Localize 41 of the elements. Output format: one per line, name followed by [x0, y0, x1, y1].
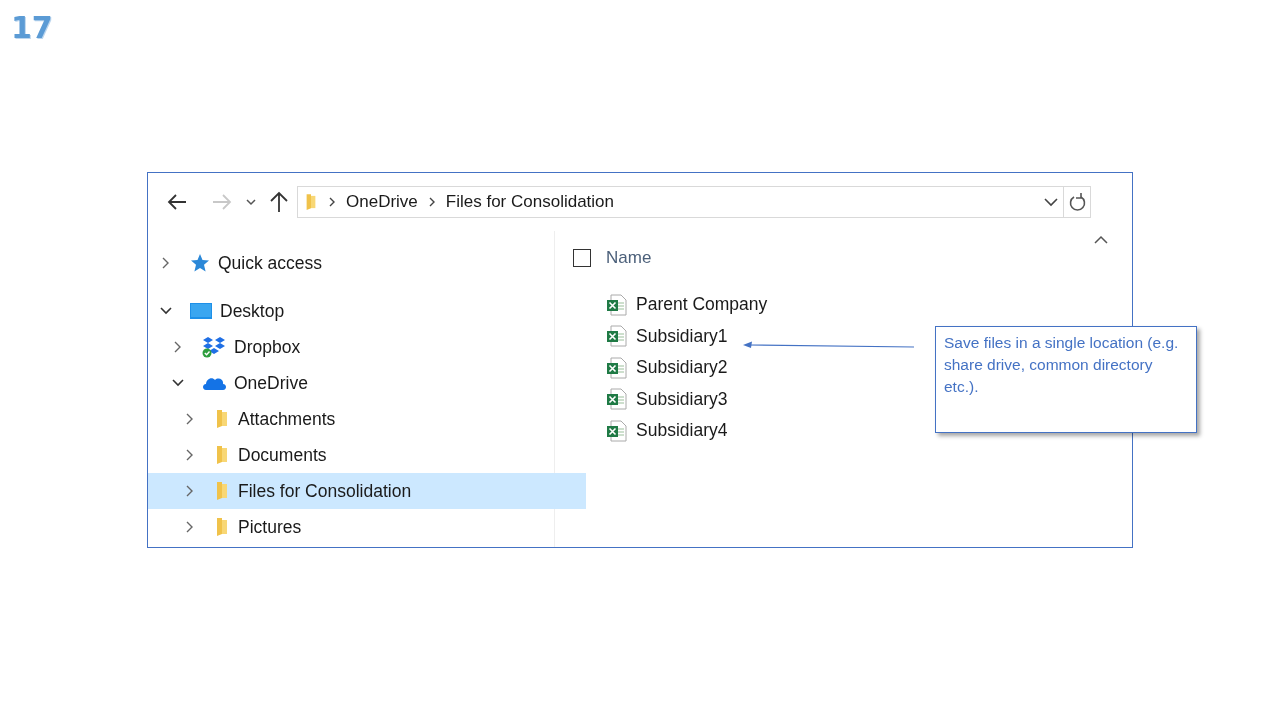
slide-number: 17: [11, 10, 53, 45]
spreadsheet-icon: [606, 419, 627, 442]
nav-item[interactable]: Attachments: [148, 401, 586, 437]
select-all-checkbox[interactable]: [573, 249, 591, 267]
chevron-right-icon: [328, 196, 336, 208]
name-column-header[interactable]: Name: [606, 248, 652, 268]
nav-item[interactable]: OneDrive: [148, 365, 574, 401]
folder-icon: [214, 481, 230, 501]
dropbox-icon: [202, 336, 226, 358]
spreadsheet-icon: [606, 388, 627, 411]
file-item[interactable]: Parent Company: [606, 289, 768, 321]
desktop-icon: [190, 303, 212, 319]
nav-item[interactable]: Dropbox: [148, 329, 574, 365]
cloud-icon: [202, 375, 226, 391]
folder-icon: [304, 192, 318, 212]
chevron-right-icon: [427, 196, 436, 208]
spreadsheet-icon: [606, 293, 627, 316]
breadcrumb-item[interactable]: Files for Consolidation: [445, 192, 614, 212]
callout-note: Save files in a single location (e.g. share drive, common directory etc.).: [935, 326, 1197, 433]
file-item[interactable]: Subsidiary3: [606, 383, 728, 415]
folder-icon: [214, 517, 230, 537]
folder-icon: [214, 409, 230, 429]
refresh-icon[interactable]: [1068, 192, 1086, 212]
nav-item[interactable]: Files for Consolidation: [148, 473, 586, 509]
breadcrumb-item[interactable]: OneDrive: [346, 192, 418, 212]
spreadsheet-icon: [606, 356, 627, 379]
nav-item[interactable]: Desktop: [148, 293, 562, 329]
file-item[interactable]: Subsidiary1: [606, 320, 728, 352]
folder-icon: [214, 445, 230, 465]
collapse-icon[interactable]: [1094, 235, 1108, 244]
nav-item[interactable]: Documents: [148, 437, 586, 473]
nav-item[interactable]: Pictures: [148, 509, 586, 545]
chevron-down-icon: [245, 197, 257, 207]
file-item[interactable]: Subsidiary4: [606, 415, 728, 447]
spreadsheet-icon: [606, 325, 627, 348]
nav-item[interactable]: Quick access: [148, 245, 562, 281]
address-bar[interactable]: OneDrive Files for Consolidation: [297, 186, 1091, 218]
star-icon: [190, 253, 210, 273]
file-item[interactable]: Subsidiary2: [606, 352, 728, 384]
up-button[interactable]: [269, 190, 289, 214]
dropdown-icon[interactable]: [1043, 197, 1059, 207]
